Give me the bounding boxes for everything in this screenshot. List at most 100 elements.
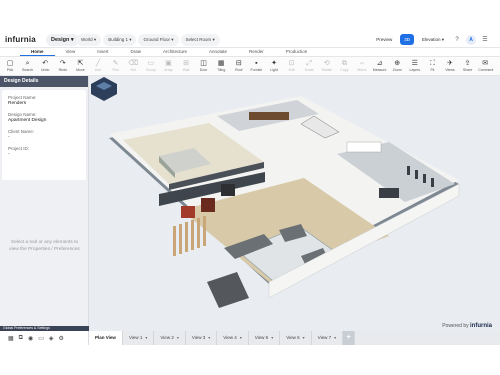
chevron-down-icon[interactable]: ▾ xyxy=(145,335,147,340)
ottoman xyxy=(207,272,249,308)
view-tab-label: View 2 xyxy=(160,335,174,340)
tool-edit-button[interactable]: ⊡ Edit xyxy=(285,59,299,73)
left-quick-icons: ▦ ⧉ ◉ ▭ ◈ ⚙ xyxy=(0,331,89,345)
chevron-down-icon[interactable]: ▾ xyxy=(271,335,273,340)
tool-rotate-button[interactable]: ⟲ Rotate xyxy=(320,59,334,73)
tool-label: Scale xyxy=(304,68,314,72)
ar-badge-icon[interactable] xyxy=(89,76,119,102)
tool-scale-button[interactable]: ⤢ Scale xyxy=(302,59,316,73)
tool-search-button[interactable]: ⌕ Search xyxy=(21,59,35,73)
elevation-dropdown[interactable]: Elevation ▾ xyxy=(418,34,448,45)
view-tab-view-5[interactable]: View 5 ▾ xyxy=(249,331,281,345)
add-view-button[interactable]: + xyxy=(343,331,356,345)
view-tab-view-7[interactable]: View 7 ▾ xyxy=(312,331,344,345)
tab-view[interactable]: View xyxy=(55,47,87,56)
view-tab-label: View 5 xyxy=(254,335,269,340)
tool-label: Layers xyxy=(409,68,421,72)
tiling-icon: ▦ xyxy=(217,60,225,67)
rotate-icon: ⟲ xyxy=(323,60,330,67)
view-tab-label: Plan View xyxy=(95,335,116,340)
tool-pick-button[interactable]: ▢ Pick xyxy=(3,59,17,73)
app-logo[interactable]: infurnia xyxy=(5,35,36,44)
layers-icon: ☰ xyxy=(411,60,418,67)
tool-undo-button[interactable]: ↶ Undo xyxy=(38,59,52,73)
tool-redo-button[interactable]: ↷ Redo xyxy=(56,59,70,73)
design-name-field: Design Name: Apartment Design xyxy=(8,112,80,124)
tool-group-button[interactable]: ▭ Group xyxy=(144,59,158,73)
camera-icon[interactable]: ◉ xyxy=(28,335,33,342)
view-3d-button[interactable]: 3D xyxy=(400,34,414,45)
view-tab-view-6[interactable]: View 6 ▾ xyxy=(280,331,312,345)
tool-label: Views xyxy=(445,68,455,72)
folder-icon[interactable]: ▭ xyxy=(38,335,44,342)
kitchen-counter xyxy=(346,141,382,153)
tab-architecture[interactable]: Architecture xyxy=(152,47,198,56)
breadcrumb-floor[interactable]: Ground Floor ▾ xyxy=(138,34,179,46)
tool-roof-button[interactable]: ⊟ Roof xyxy=(232,59,246,73)
tab-insert[interactable]: Insert xyxy=(86,47,119,56)
settings-icon[interactable]: ⚙ xyxy=(59,335,64,342)
edit-icon: ⊡ xyxy=(288,60,295,67)
menu-icon[interactable]: ☰ xyxy=(480,35,490,45)
tool-layers-button[interactable]: ☰ Layers xyxy=(408,59,422,73)
tool-tiling-button[interactable]: ▦ Tiling xyxy=(214,59,228,73)
chevron-down-icon[interactable]: ▾ xyxy=(334,335,336,340)
breadcrumb-building[interactable]: Building 1 ▾ xyxy=(103,34,137,46)
tool-fit-button[interactable]: ⛶ Fit xyxy=(425,59,439,73)
tool-copy-button[interactable]: ⧉ Copy xyxy=(337,59,351,73)
preview-button[interactable]: Preview xyxy=(372,34,396,45)
tool-label: Door xyxy=(199,68,208,72)
undo-icon: ↶ xyxy=(42,60,49,67)
avatar[interactable]: A xyxy=(466,34,476,45)
tab-production[interactable]: Production xyxy=(275,47,319,56)
mode-dropdown[interactable]: Design ▾ xyxy=(46,34,79,46)
view-tab-plan-view[interactable]: Plan View xyxy=(89,331,123,345)
tool-del-button[interactable]: ⌫ Del xyxy=(126,59,140,73)
view-tab-view-1[interactable]: View 1 ▾ xyxy=(123,331,155,345)
tv-unit xyxy=(221,184,235,196)
panel-hint: Select a tool or any elements to view th… xyxy=(9,240,80,252)
view-tab-view-4[interactable]: View 4 ▾ xyxy=(217,331,249,345)
copy-icon[interactable]: ⧉ xyxy=(19,335,23,342)
chevron-down-icon[interactable]: ▾ xyxy=(240,335,242,340)
ribbon-tabs: Home View Insert Draw Architecture Annotate Re… xyxy=(0,47,500,57)
tool-array-button[interactable]: ▣ Array xyxy=(161,59,175,73)
chevron-down-icon[interactable]: ▾ xyxy=(303,335,305,340)
tab-draw[interactable]: Draw xyxy=(119,47,152,56)
tool-line-button[interactable]: ╱ Line xyxy=(91,59,105,73)
tool-label: Redo xyxy=(58,68,67,72)
tool-door-button[interactable]: ◫ Door xyxy=(197,59,211,73)
tab-home[interactable]: Home xyxy=(20,47,55,56)
tool-share-button[interactable]: ⇪ Share xyxy=(461,59,475,73)
line-icon: ╱ xyxy=(95,60,101,67)
cube-icon[interactable]: ◈ xyxy=(49,335,54,342)
tool-light-button[interactable]: ✦ Light xyxy=(267,59,281,73)
tool-label: Group xyxy=(145,68,156,72)
client-name-value: - xyxy=(8,135,10,140)
tool-label: Search xyxy=(22,68,34,72)
grid-icon[interactable]: ▦ xyxy=(8,335,14,342)
chevron-down-icon[interactable]: ▾ xyxy=(208,335,210,340)
tool-label: Zoom xyxy=(392,68,402,72)
tab-render[interactable]: Render xyxy=(238,47,275,56)
view-tab-view-3[interactable]: View 3 ▾ xyxy=(186,331,218,345)
tool-mirror-button[interactable]: ⇔ Mirror xyxy=(355,59,369,73)
tool-views-button[interactable]: ✈ Views xyxy=(443,59,457,73)
design-details-card: Project Name: Renders Design Name: Apart… xyxy=(2,90,86,180)
tool-zoom-button[interactable]: ⊕ Zoom xyxy=(390,59,404,73)
breadcrumb-room[interactable]: Select Room ▾ xyxy=(180,34,220,46)
tool-label: Move xyxy=(76,68,85,72)
tool-measure-button[interactable]: ⊿ Measure xyxy=(373,59,387,73)
breadcrumb-world[interactable]: World ▾ xyxy=(76,34,102,46)
tool-comment-button[interactable]: ✉ Comment xyxy=(478,59,493,73)
tool-pen-button[interactable]: ✎ Pen xyxy=(109,59,123,73)
tool-wall-button[interactable]: ⊞ Wall xyxy=(179,59,193,73)
tool-label: Furnish xyxy=(250,68,263,72)
view-tab-view-2[interactable]: View 2 ▾ xyxy=(154,331,186,345)
tool-furnish-button[interactable]: ▪ Furnish xyxy=(249,59,263,73)
tool-move-button[interactable]: ⇱ Move xyxy=(73,59,87,73)
tab-annotate[interactable]: Annotate xyxy=(198,47,238,56)
3d-viewport[interactable]: Powered by infurnia xyxy=(89,76,500,331)
chevron-down-icon[interactable]: ▾ xyxy=(177,335,179,340)
help-icon[interactable]: ? xyxy=(452,35,462,45)
